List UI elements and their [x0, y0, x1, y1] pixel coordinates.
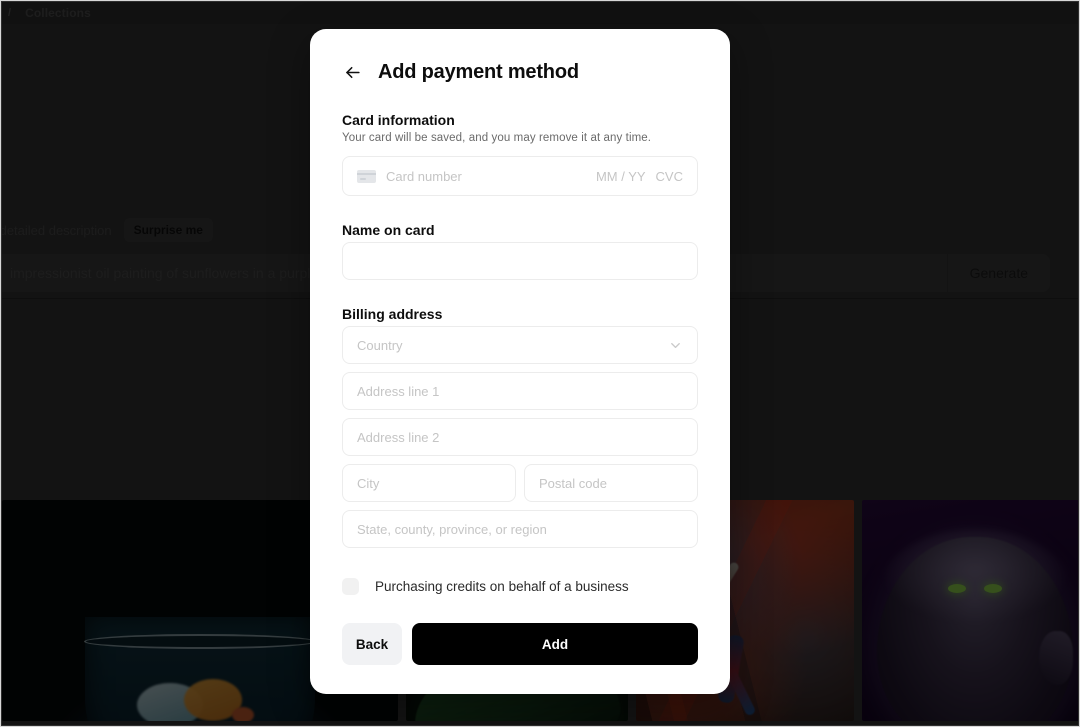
back-button[interactable]: Back — [342, 623, 402, 665]
credit-card-icon — [357, 169, 376, 183]
app-window: / Collections with a detailed descriptio… — [0, 0, 1080, 727]
postal-code-input[interactable]: Postal code — [524, 464, 698, 502]
city-input[interactable]: City — [342, 464, 516, 502]
add-payment-method-modal: Add payment method Card information Your… — [310, 29, 730, 694]
business-checkbox-row[interactable]: Purchasing credits on behalf of a busine… — [342, 578, 698, 595]
card-information-description: Your card will be saved, and you may rem… — [342, 132, 652, 144]
card-cvc-placeholder[interactable]: CVC — [656, 169, 683, 184]
state-region-placeholder: State, county, province, or region — [357, 521, 547, 537]
address-line-1-input[interactable]: Address line 1 — [342, 372, 698, 410]
business-checkbox-label: Purchasing credits on behalf of a busine… — [375, 579, 629, 594]
address-line-1-placeholder: Address line 1 — [357, 383, 440, 399]
card-information-label: Card information — [342, 112, 455, 128]
billing-address-label: Billing address — [342, 306, 443, 322]
city-placeholder: City — [357, 475, 380, 491]
postal-code-placeholder: Postal code — [539, 475, 607, 491]
card-expiry-placeholder[interactable]: MM / YY — [596, 169, 646, 184]
state-region-input[interactable]: State, county, province, or region — [342, 510, 698, 548]
modal-header: Add payment method — [342, 61, 698, 84]
name-on-card-label: Name on card — [342, 222, 435, 238]
card-number-input[interactable]: Card number MM / YY CVC — [342, 156, 698, 196]
add-button[interactable]: Add — [412, 623, 698, 665]
address-line-2-input[interactable]: Address line 2 — [342, 418, 698, 456]
country-placeholder: Country — [357, 337, 403, 353]
name-on-card-input[interactable] — [342, 242, 698, 280]
modal-footer: Back Add — [342, 623, 698, 665]
card-number-placeholder: Card number — [386, 168, 462, 184]
card-expiry-cvc-group[interactable]: MM / YY CVC — [596, 169, 683, 184]
arrow-left-icon[interactable] — [342, 63, 362, 83]
country-select[interactable]: Country — [342, 326, 698, 364]
page-title: Add payment method — [378, 61, 579, 83]
card-number-left-group: Card number — [357, 169, 462, 184]
address-line-2-placeholder: Address line 2 — [357, 429, 440, 445]
business-checkbox[interactable] — [342, 578, 359, 595]
city-postal-row: City Postal code — [342, 464, 698, 502]
chevron-down-icon[interactable] — [668, 338, 683, 353]
